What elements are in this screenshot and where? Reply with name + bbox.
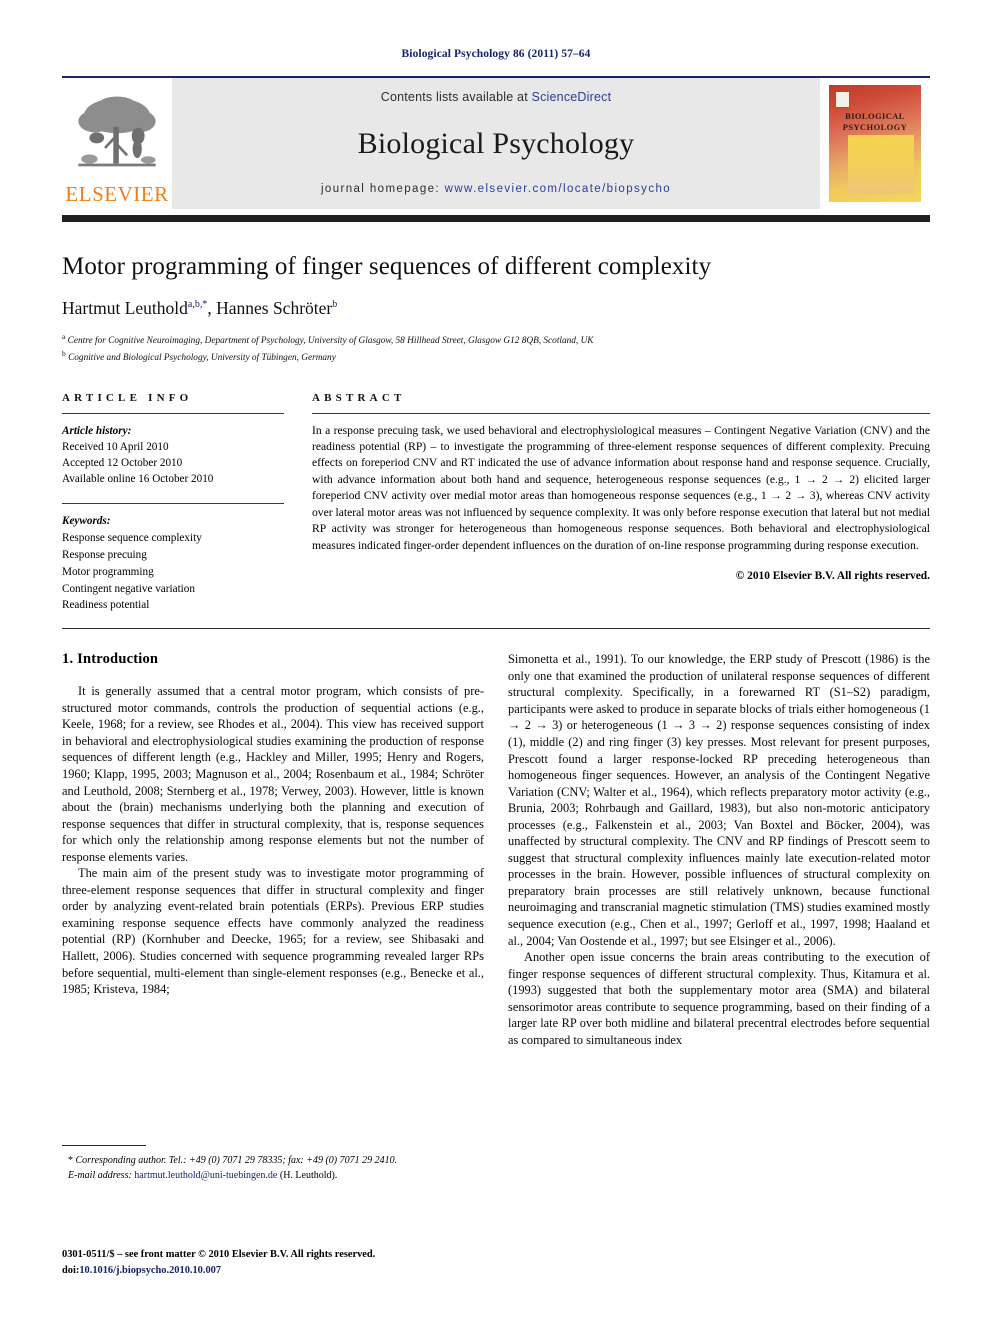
journal-cover-container: BIOLOGICAL PSYCHOLOGY (820, 78, 930, 209)
imprint-front-matter: 0301-0511/$ – see front matter © 2010 El… (62, 1248, 376, 1260)
footnote-rule (62, 1145, 146, 1147)
received-date: Received 10 April 2010 (62, 440, 169, 453)
journal-title: Biological Psychology (357, 126, 635, 160)
keyword-item: Readiness potential (62, 599, 150, 612)
elsevier-wordmark: ELSEVIER (65, 182, 169, 206)
corresponding-author-footnote: * Corresponding author. Tel.: +49 (0) 70… (62, 1153, 484, 1183)
keyword-item: Response sequence complexity (62, 532, 202, 545)
abstract-bottom-rule (62, 628, 930, 630)
section-heading-introduction: 1. Introduction (62, 651, 159, 668)
keywords-label: Keywords: (62, 515, 111, 528)
affiliation-a-text: Centre for Cognitive Neuroimaging, Depar… (67, 335, 594, 346)
keywords-rule (62, 503, 284, 505)
intro-paragraph-1: It is generally assumed that a central m… (62, 684, 484, 864)
abstract-rule (312, 412, 930, 414)
info-abstract-region: ARTICLE INFO Article history: Received 1… (62, 392, 930, 615)
publisher-logo: ELSEVIER (62, 78, 172, 209)
article-info-column: ARTICLE INFO Article history: Received 1… (62, 392, 312, 615)
body-columns: 1. Introduction It is generally assumed … (62, 651, 930, 1181)
affiliation-marker-b: b (62, 349, 66, 358)
affiliations: a Centre for Cognitive Neuroimaging, Dep… (62, 331, 930, 366)
footnote-corresponding-text: Corresponding author. Tel.: +49 (0) 7071… (75, 1155, 398, 1167)
accepted-date: Accepted 12 October 2010 (62, 456, 183, 469)
article-info-heading: ARTICLE INFO (62, 391, 193, 404)
cover-publisher-mark-icon (835, 91, 850, 108)
elsevier-tree-icon (78, 96, 156, 167)
title-block: Motor programming of finger sequences of… (62, 252, 930, 366)
article-history-label: Article history: (62, 424, 132, 437)
homepage-prefix: journal homepage: (320, 183, 445, 195)
intro-paragraph-3: Simonetta et al., 1991). To our knowledg… (508, 652, 930, 948)
footnote-email-owner: (H. Leuthold). (279, 1170, 338, 1182)
copyright-line: © 2010 Elsevier B.V. All rights reserved… (735, 570, 930, 583)
journal-cover-thumbnail: BIOLOGICAL PSYCHOLOGY (829, 85, 921, 202)
corresponding-author-marker[interactable]: * (202, 299, 207, 310)
footnote-line-1: * Corresponding author. Tel.: +49 (0) 70… (62, 1153, 484, 1168)
footnote-email-link[interactable]: hartmut.leuthold@uni-tuebingen.de (134, 1170, 277, 1181)
journal-masthead: ELSEVIER Contents lists available at Sci… (62, 76, 930, 209)
body-column-left: 1. Introduction It is generally assumed … (62, 651, 484, 1181)
intro-paragraph-4: Another open issue concerns the brain ar… (508, 950, 930, 1047)
doi-link[interactable]: 10.1016/j.biopsycho.2010.10.007 (79, 1265, 221, 1276)
affiliation-b: b Cognitive and Biological Psychology, U… (62, 348, 930, 366)
affiliation-marker-a: a (62, 331, 66, 341)
sciencedirect-link[interactable]: ScienceDirect (532, 90, 612, 104)
body-column-right: Simonetta et al., 1991). To our knowledg… (508, 651, 930, 1048)
abstract-text: In a response precuing task, we used beh… (312, 423, 930, 552)
footnote-block: * Corresponding author. Tel.: +49 (0) 70… (62, 1145, 484, 1183)
abstract-column: ABSTRACT In a response precuing task, we… (312, 392, 930, 615)
author-affil-marker-b: b (332, 298, 338, 310)
contents-available-line: Contents lists available at ScienceDirec… (381, 90, 612, 104)
page-title: Motor programming of finger sequences of… (62, 253, 712, 280)
cover-title-text: BIOLOGICAL PSYCHOLOGY (842, 111, 908, 132)
footnote-email-label: E-mail address: (68, 1170, 132, 1182)
keyword-item: Motor programming (62, 565, 154, 578)
keyword-item: Response precuing (62, 549, 147, 562)
doi-label: doi: (62, 1264, 80, 1276)
affiliation-a: a Centre for Cognitive Neuroimaging, Dep… (62, 331, 930, 349)
masthead-bottom-rule (62, 215, 930, 222)
journal-homepage-line: journal homepage: www.elsevier.com/locat… (321, 183, 671, 195)
imprint-doi: doi:10.1016/j.biopsycho.2010.10.007 (62, 1263, 375, 1279)
article-info-rule (62, 412, 284, 414)
running-head: Biological Psychology 86 (2011) 57–64 (401, 48, 591, 60)
masthead-center: Contents lists available at ScienceDirec… (172, 78, 820, 209)
intro-paragraph-2: The main aim of the present study was to… (62, 866, 484, 997)
keyword-item: Contingent negative variation (62, 582, 195, 595)
author-affil-marker-a: a,b, (187, 298, 203, 310)
keywords-group: Keywords: Response sequence complexity R… (62, 513, 284, 614)
affiliation-b-text: Cognitive and Biological Psychology, Uni… (68, 353, 336, 364)
footnote-line-2: E-mail address: hartmut.leuthold@uni-tue… (62, 1168, 484, 1183)
article-history-group: Article history: Received 10 April 2010 … (62, 423, 284, 488)
imprint-block: 0301-0511/$ – see front matter © 2010 El… (62, 1247, 375, 1279)
homepage-url-link[interactable]: www.elsevier.com/locate/biopsycho (445, 183, 671, 195)
contents-prefix: Contents lists available at (380, 90, 532, 104)
author-list: Hartmut Leutholda,b,*, Hannes Schröterb (62, 297, 338, 318)
article-page: Biological Psychology 86 (2011) 57–64 EL… (0, 0, 992, 1323)
abstract-heading: ABSTRACT (312, 391, 406, 404)
available-online-date: Available online 16 October 2010 (62, 473, 214, 486)
cover-panel (848, 135, 914, 194)
footnote-asterisk: * (68, 1155, 73, 1167)
